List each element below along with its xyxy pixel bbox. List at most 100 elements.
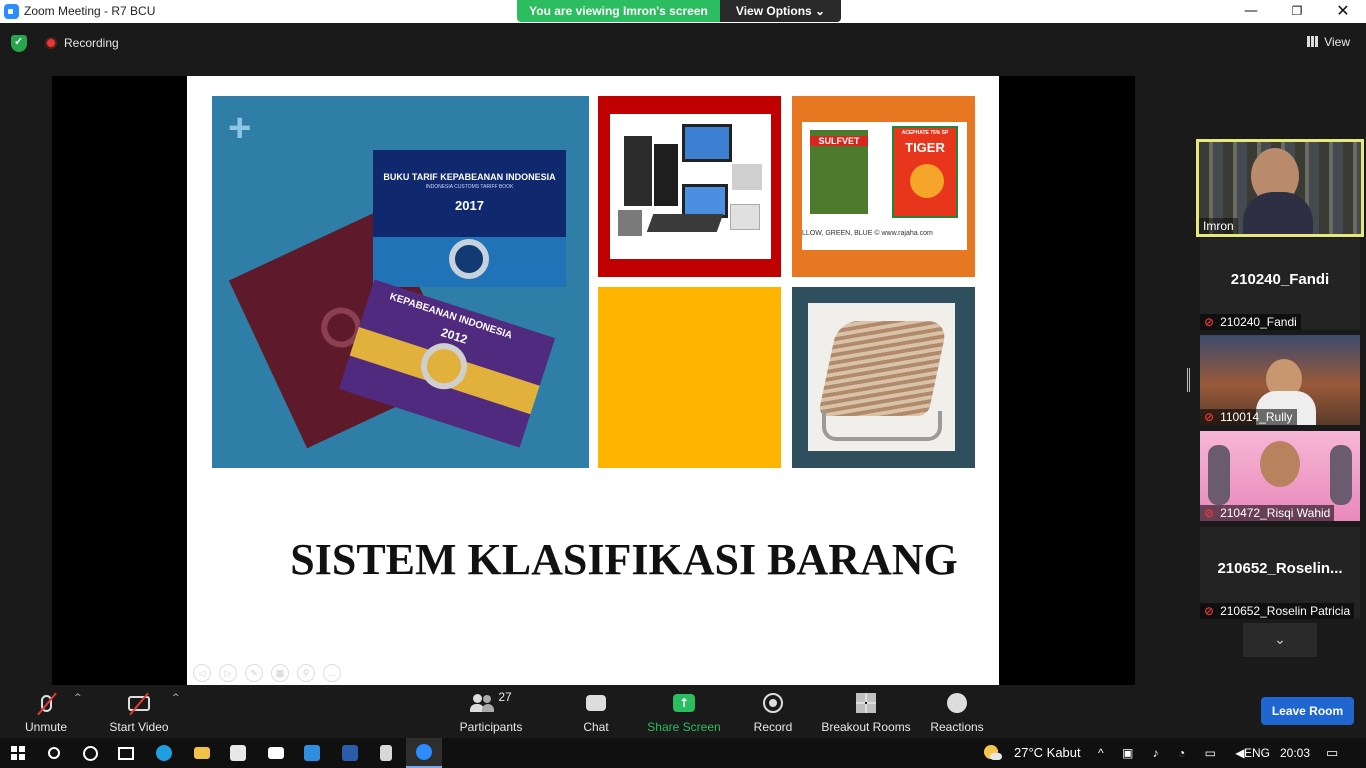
- vscode-button[interactable]: [294, 738, 330, 768]
- word-button[interactable]: [332, 738, 368, 768]
- calculator-button[interactable]: [368, 738, 404, 768]
- start-video-button[interactable]: Start Video: [106, 689, 172, 734]
- language-indicator[interactable]: ENG: [1244, 738, 1270, 768]
- notification-icon[interactable]: ▭: [1326, 738, 1338, 768]
- prev-slide-icon[interactable]: ◁: [193, 664, 211, 682]
- edge-button[interactable]: [146, 738, 182, 768]
- share-screen-label: Share Screen: [647, 720, 721, 734]
- record-button[interactable]: Record: [750, 689, 796, 734]
- reactions-button[interactable]: Reactions: [928, 689, 986, 734]
- more-icon[interactable]: …: [323, 664, 341, 682]
- shield-check-icon[interactable]: [11, 35, 27, 52]
- view-button[interactable]: View: [1307, 35, 1350, 49]
- breakout-rooms-button[interactable]: Breakout Rooms: [818, 689, 914, 734]
- participant-tile-rully[interactable]: ⊘ 110014_Rully: [1200, 335, 1360, 425]
- share-screen-button[interactable]: ↑ Share Screen: [646, 689, 722, 734]
- chat-button[interactable]: Chat: [574, 689, 618, 734]
- customs-emblem-icon: [449, 239, 489, 279]
- panel-splitter[interactable]: [1187, 368, 1190, 392]
- file-explorer-icon: [194, 747, 210, 759]
- store-icon: [230, 745, 246, 761]
- audio-options-caret[interactable]: ^: [74, 693, 82, 703]
- furniture-tile: [792, 287, 975, 468]
- participant-tile-risqi[interactable]: ⊘ 210472_Risqi Wahid: [1200, 431, 1360, 521]
- weather-text[interactable]: 27°C Kabut: [1014, 738, 1081, 768]
- breakout-rooms-icon: [856, 693, 876, 713]
- poster-figure: [1330, 445, 1352, 505]
- shared-screen: + BUKU TARIF KEPABEANAN INDONESIA INDONE…: [52, 76, 1135, 685]
- minimize-button[interactable]: —: [1228, 0, 1274, 23]
- participant-name: 210240_Fandi: [1220, 315, 1297, 329]
- share-screen-icon: ↑: [673, 694, 695, 712]
- grid-view-icon: [1307, 36, 1319, 47]
- electronics-tile: [598, 96, 781, 277]
- keyboard: [646, 214, 724, 232]
- tariff-book-2017: BUKU TARIF KEPABEANAN INDONESIA INDONESI…: [373, 150, 566, 287]
- cortana-button[interactable]: [72, 738, 108, 768]
- reactions-icon: [947, 693, 967, 713]
- tray-icons[interactable]: ▣ ♪ ◔ ▭ ◀: [1122, 738, 1253, 768]
- view-options-button[interactable]: View Options ⌄: [720, 0, 841, 22]
- slides-icon[interactable]: ▦: [271, 664, 289, 682]
- microphone-muted-icon: [36, 692, 57, 715]
- maximize-button[interactable]: ❐: [1274, 0, 1320, 23]
- meeting-controls: Unmute ^ Start Video ^ 27 Participants C…: [0, 685, 1366, 738]
- tray-overflow-icon[interactable]: ^: [1098, 738, 1104, 768]
- task-view-icon: [118, 746, 134, 760]
- participant-tile-fandi[interactable]: 210240_Fandi ⊘ 210240_Fandi: [1200, 238, 1360, 330]
- recording-label[interactable]: Recording: [64, 36, 119, 50]
- next-slide-icon[interactable]: ▷: [219, 664, 237, 682]
- participant-name: 210652_Roselin Patricia: [1220, 604, 1351, 618]
- zoom-taskbar-icon: [416, 744, 432, 760]
- clock[interactable]: 20:03: [1280, 738, 1310, 768]
- task-view-button[interactable]: [108, 738, 144, 768]
- calculator-icon: [380, 745, 392, 761]
- electronics-photo: [610, 114, 771, 259]
- chat-icon: [586, 695, 606, 711]
- zoom-app-icon: [4, 4, 19, 19]
- participant-display-name: 210652_Roselin...: [1217, 560, 1343, 577]
- zoom-taskbar-button[interactable]: [406, 738, 442, 768]
- scroll-down-button[interactable]: ⌄: [1243, 623, 1317, 657]
- store-button[interactable]: [220, 738, 256, 768]
- unmute-button[interactable]: Unmute: [20, 689, 72, 734]
- start-button[interactable]: [0, 738, 36, 768]
- printer: [732, 164, 762, 190]
- start-video-label: Start Video: [109, 720, 169, 734]
- participant-name-bar: ⊘ 210652_Roselin Patricia: [1200, 603, 1355, 619]
- close-button[interactable]: ✕: [1320, 0, 1366, 23]
- meeting-top-bar: Recording View: [0, 23, 1366, 63]
- video-options-caret[interactable]: ^: [172, 693, 180, 703]
- tariff-book-2012: KEPABEANAN INDONESIA 2012: [338, 279, 556, 448]
- chat-label: Chat: [583, 720, 609, 734]
- mic-muted-icon: ⊘: [1204, 604, 1215, 618]
- presentation-slide: + BUKU TARIF KEPABEANAN INDONESIA INDONE…: [187, 76, 999, 685]
- pc-tower: [624, 136, 652, 206]
- participants-label: Participants: [459, 720, 523, 734]
- participant-shirt: [1243, 192, 1313, 234]
- sulfvet-pack: SULFVET: [810, 130, 868, 214]
- participants-icon: [470, 694, 495, 712]
- search-button[interactable]: [36, 738, 72, 768]
- yellow-tile: [598, 287, 781, 468]
- book-subtitle: INDONESIA CUSTOMS TARIFF BOOK: [425, 184, 514, 190]
- participant-tile-roselin[interactable]: 210652_Roselin... ⊘ 210652_Roselin Patric…: [1200, 527, 1360, 619]
- file-explorer-button[interactable]: [184, 738, 220, 768]
- mic-muted-icon: ⊘: [1204, 315, 1215, 329]
- slide-title: SISTEM KLASIFIKASI BARANG: [290, 535, 958, 584]
- participant-tile-imron[interactable]: Imron: [1196, 139, 1364, 237]
- laptop: [682, 184, 728, 218]
- slide-toolbar: ◁ ▷ ✎ ▦ ⚲ …: [193, 664, 341, 682]
- participants-button[interactable]: 27 Participants: [456, 689, 526, 734]
- leave-room-button[interactable]: Leave Room: [1261, 697, 1354, 725]
- search-icon: [48, 747, 60, 759]
- participant-name-bar: ⊘ 210472_Risqi Wahid: [1200, 505, 1335, 521]
- mail-button[interactable]: [258, 738, 294, 768]
- pen-icon[interactable]: ✎: [245, 664, 263, 682]
- breakout-rooms-label: Breakout Rooms: [821, 720, 911, 734]
- poster-figure: [1208, 445, 1230, 505]
- record-label: Record: [753, 720, 793, 734]
- mic-muted-icon: ⊘: [1204, 410, 1215, 424]
- participant-name-bar: ⊘ 210240_Fandi: [1200, 314, 1301, 330]
- zoom-icon[interactable]: ⚲: [297, 664, 315, 682]
